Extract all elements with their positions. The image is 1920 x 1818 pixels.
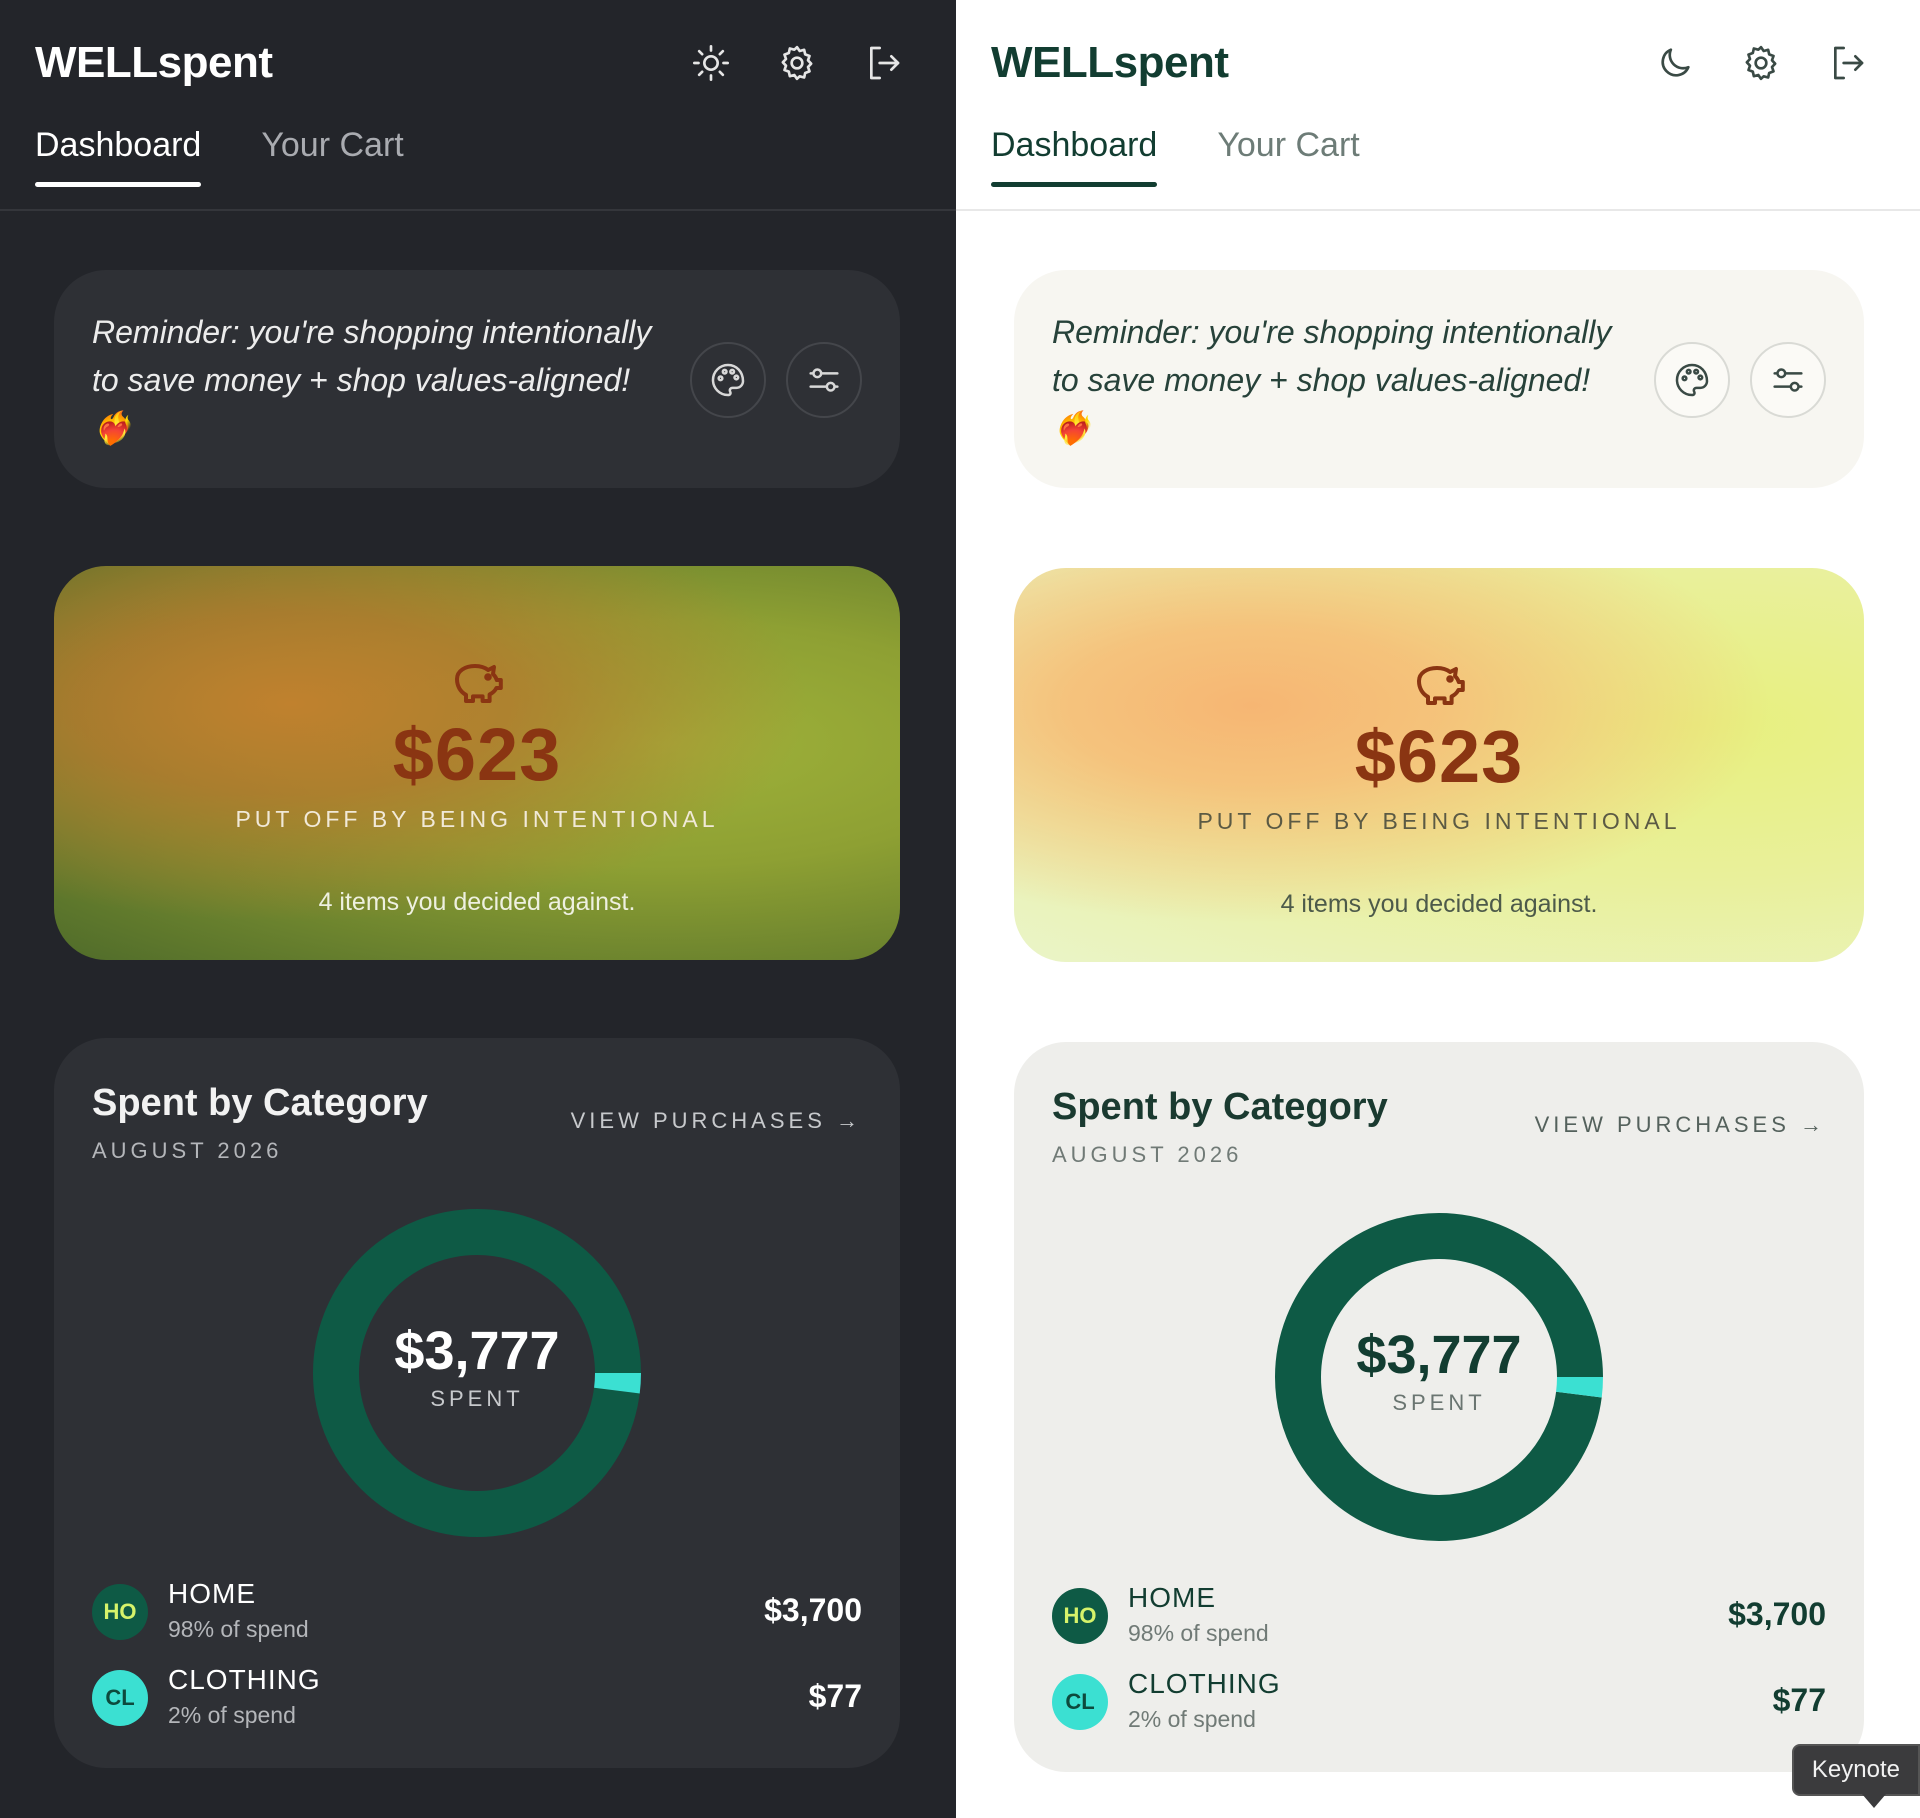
legend-row-home: HO HOME 98% of spend $3,700 [92,1578,862,1644]
sun-icon[interactable] [686,38,736,88]
category-value: $77 [1772,1682,1826,1718]
category-name: CLOTHING [1128,1668,1281,1699]
category-month: AUGUST 2026 [1052,1142,1243,1167]
spent-by-category-card: Spent by Category AUGUST 2026 VIEW PURCH… [54,1038,900,1768]
reminder-actions [1654,342,1826,418]
sliders-icon [1773,368,1803,392]
moon-icon[interactable] [1650,38,1700,88]
gear-icon[interactable] [772,38,822,88]
keynote-tooltip: Keynote [1791,1744,1920,1808]
donut-total: $3,777 [1356,1325,1522,1385]
reminder-actions [690,342,862,418]
app-title: WELLspent [991,38,1229,87]
category-title: Spent by Category [1052,1086,1388,1128]
legend-row-clothing: CL CLOTHING 2% of spend $77 [1052,1668,1826,1734]
gear-icon[interactable] [1736,38,1786,88]
savings-caption: PUT OFF BY BEING INTENTIONAL [1197,808,1681,834]
header-actions [1650,38,1872,88]
category-badge-home: HO [1052,1588,1108,1644]
legend-row-home: HO HOME 98% of spend $3,700 [1052,1582,1826,1648]
palette-icon [711,363,745,397]
donut-total-label: SPENT [430,1386,524,1411]
sliders-icon [809,368,839,392]
category-badge-clothing: CL [1052,1674,1108,1730]
header-actions [686,38,908,88]
savings-subtext: 4 items you decided against. [318,888,636,916]
reminder-card: Reminder: you're shopping intentionally … [1014,270,1864,488]
view-purchases-link[interactable]: VIEW PURCHASES → [1535,1112,1826,1138]
category-title: Spent by Category [92,1082,428,1124]
tab-dashboard[interactable]: Dashboard [991,126,1158,187]
reminder-text: Reminder: you're shopping intentionally … [1052,314,1612,446]
logout-icon[interactable] [1822,38,1872,88]
tab-your-cart[interactable]: Your Cart [261,126,403,187]
category-value: $3,700 [1728,1596,1826,1632]
filter-button[interactable] [1750,342,1826,418]
category-percent: 98% of spend [168,1616,309,1642]
tab-bar: Dashboard Your Cart [35,126,404,187]
tab-your-cart[interactable]: Your Cart [1217,126,1359,187]
piggy-bank-icon [455,664,503,703]
light-theme-panel: WELLspent Dashboard Your Cart Reminder: … [956,0,1920,1818]
tab-bar: Dashboard Your Cart [991,126,1360,187]
app-header: WELLspent Dashboard Your Cart [0,0,956,211]
palette-button[interactable] [1654,342,1730,418]
palette-icon [1675,363,1709,397]
category-name: CLOTHING [168,1664,321,1695]
category-month: AUGUST 2026 [92,1138,283,1163]
legend-row-clothing: CL CLOTHING 2% of spend $77 [92,1664,862,1730]
category-percent: 2% of spend [168,1702,296,1728]
reminder-text: Reminder: you're shopping intentionally … [92,314,652,446]
donut-total-label: SPENT [1392,1390,1486,1415]
category-badge-home: HO [92,1584,148,1640]
category-name: HOME [1128,1582,1216,1613]
spent-by-category-card: Spent by Category AUGUST 2026 VIEW PURCH… [1014,1042,1864,1772]
app-header: WELLspent Dashboard Your Cart [956,0,1920,211]
donut-total: $3,777 [394,1321,560,1381]
filter-button[interactable] [786,342,862,418]
savings-caption: PUT OFF BY BEING INTENTIONAL [235,806,719,832]
view-purchases-link[interactable]: VIEW PURCHASES → [571,1108,862,1134]
savings-amount: $623 [392,713,562,796]
savings-subtext: 4 items you decided against. [1280,890,1598,918]
savings-card: $623 PUT OFF BY BEING INTENTIONAL 4 item… [54,566,900,960]
logout-icon[interactable] [858,38,908,88]
palette-button[interactable] [690,342,766,418]
piggy-bank-icon [1417,666,1465,705]
category-badge-clothing: CL [92,1670,148,1726]
reminder-card: Reminder: you're shopping intentionally … [54,270,900,488]
category-value: $3,700 [764,1592,862,1628]
savings-card: $623 PUT OFF BY BEING INTENTIONAL 4 item… [1014,568,1864,962]
dark-theme-panel: WELLspent Dashboard Your Cart Reminder: … [0,0,956,1818]
category-percent: 98% of spend [1128,1620,1269,1646]
category-donut-chart: $3,777 SPENT [312,1208,642,1538]
category-value: $77 [808,1678,862,1714]
category-percent: 2% of spend [1128,1706,1256,1732]
category-donut-chart: $3,777 SPENT [1274,1212,1604,1542]
tab-dashboard[interactable]: Dashboard [35,126,202,187]
app-title: WELLspent [35,38,273,87]
savings-amount: $623 [1354,715,1524,798]
category-name: HOME [168,1578,256,1609]
